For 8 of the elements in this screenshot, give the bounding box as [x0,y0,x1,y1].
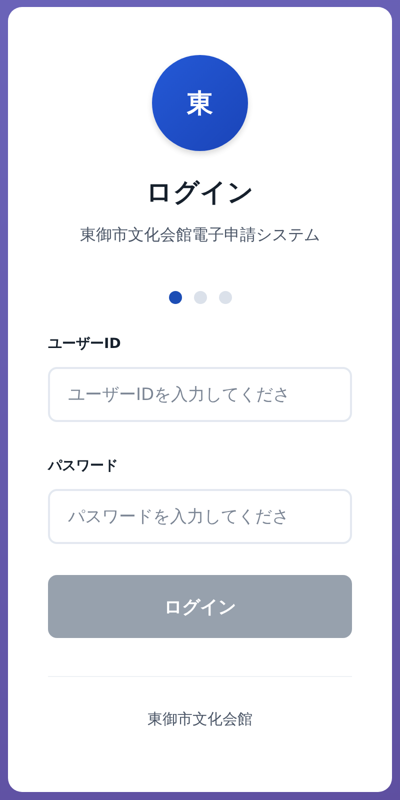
login-title: ログイン [146,177,254,210]
input-field[interactable]: ユーザーIDを入力してくださ [48,367,352,422]
field-label: パスワード [48,457,118,476]
input-field[interactable]: パスワードを入力してくださ [48,489,352,544]
field-label: ユーザーID [48,335,121,354]
system-subtitle: 東御市文化会館電子申請システム [80,224,320,246]
logo: 東 [152,55,248,151]
footer-text: 東御市文化会館 [148,710,252,729]
